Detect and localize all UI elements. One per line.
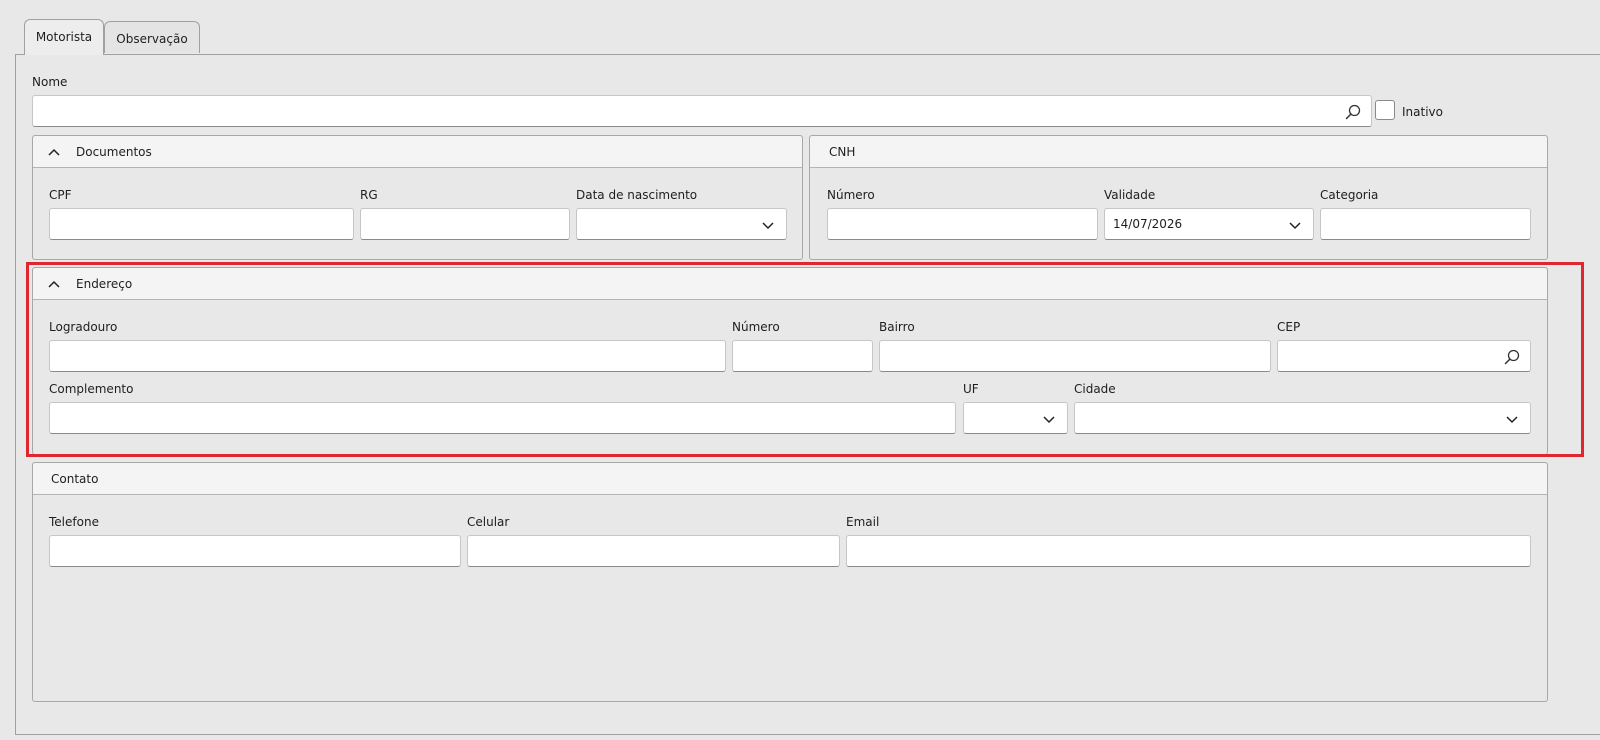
nascimento-dropdown[interactable] [576,208,787,240]
logradouro-input[interactable] [49,340,726,372]
cep-input[interactable] [1277,340,1531,372]
inativo-label: Inativo [1402,105,1443,119]
cidade-dropdown[interactable] [1074,402,1531,434]
logradouro-label: Logradouro [49,320,118,334]
cidade-label: Cidade [1074,382,1116,396]
endereco-panel: Endereço Logradouro Número Bairro CEP Co… [32,267,1548,455]
celular-label: Celular [467,515,510,529]
categoria-label: Categoria [1320,188,1379,202]
endereco-numero-label: Número [732,320,780,334]
cnh-numero-label: Número [827,188,875,202]
search-icon[interactable] [1345,104,1361,120]
chevron-down-icon[interactable] [760,217,776,233]
email-input[interactable] [846,535,1531,567]
cep-label: CEP [1277,320,1301,334]
rg-input[interactable] [360,208,570,240]
complemento-input[interactable] [49,402,956,434]
documentos-header[interactable]: Documentos [33,136,802,168]
validade-label: Validade [1104,188,1156,202]
tab-observacao[interactable]: Observação [104,21,200,53]
rg-label: RG [360,188,378,202]
celular-input[interactable] [467,535,840,567]
tab-observacao-label: Observação [116,31,188,46]
documentos-panel: Documentos CPF RG Data de nascimento [32,135,803,260]
bairro-input[interactable] [879,340,1271,372]
telefone-label: Telefone [49,515,99,529]
categoria-input[interactable] [1320,208,1531,240]
chevron-up-icon[interactable] [47,145,61,159]
endereco-numero-input[interactable] [732,340,873,372]
chevron-down-icon[interactable] [1287,217,1303,233]
contato-panel: Contato Telefone Celular Email [32,462,1548,702]
telefone-input[interactable] [49,535,461,567]
contato-title: Contato [51,472,99,486]
bairro-label: Bairro [879,320,915,334]
endereco-header[interactable]: Endereço [33,268,1547,300]
nome-input[interactable] [32,95,1372,127]
cpf-input[interactable] [49,208,354,240]
nascimento-label: Data de nascimento [576,188,698,202]
cpf-label: CPF [49,188,72,202]
tab-motorista[interactable]: Motorista [24,19,104,55]
chevron-down-icon[interactable] [1041,411,1057,427]
complemento-label: Complemento [49,382,134,396]
cnh-numero-input[interactable] [827,208,1098,240]
tab-content-motorista: Nome Inativo Documentos CPF RG Data de n… [15,54,1600,735]
uf-dropdown[interactable] [963,402,1068,434]
inativo-checkbox[interactable] [1375,100,1395,120]
search-icon[interactable] [1504,349,1520,365]
cnh-header: CNH [810,136,1547,168]
contato-header: Contato [33,463,1547,495]
chevron-down-icon[interactable] [1504,411,1520,427]
chevron-up-icon[interactable] [47,277,61,291]
nome-label: Nome [32,75,68,89]
endereco-title: Endereço [76,277,133,291]
cnh-panel: CNH Número Validade 14/07/2026 Categoria [809,135,1548,260]
validade-dropdown[interactable]: 14/07/2026 [1104,208,1314,240]
documentos-title: Documentos [76,145,152,159]
uf-label: UF [963,382,979,396]
email-label: Email [846,515,880,529]
tab-motorista-label: Motorista [35,29,93,44]
validade-value: 14/07/2026 [1113,217,1183,231]
cnh-title: CNH [829,145,856,159]
